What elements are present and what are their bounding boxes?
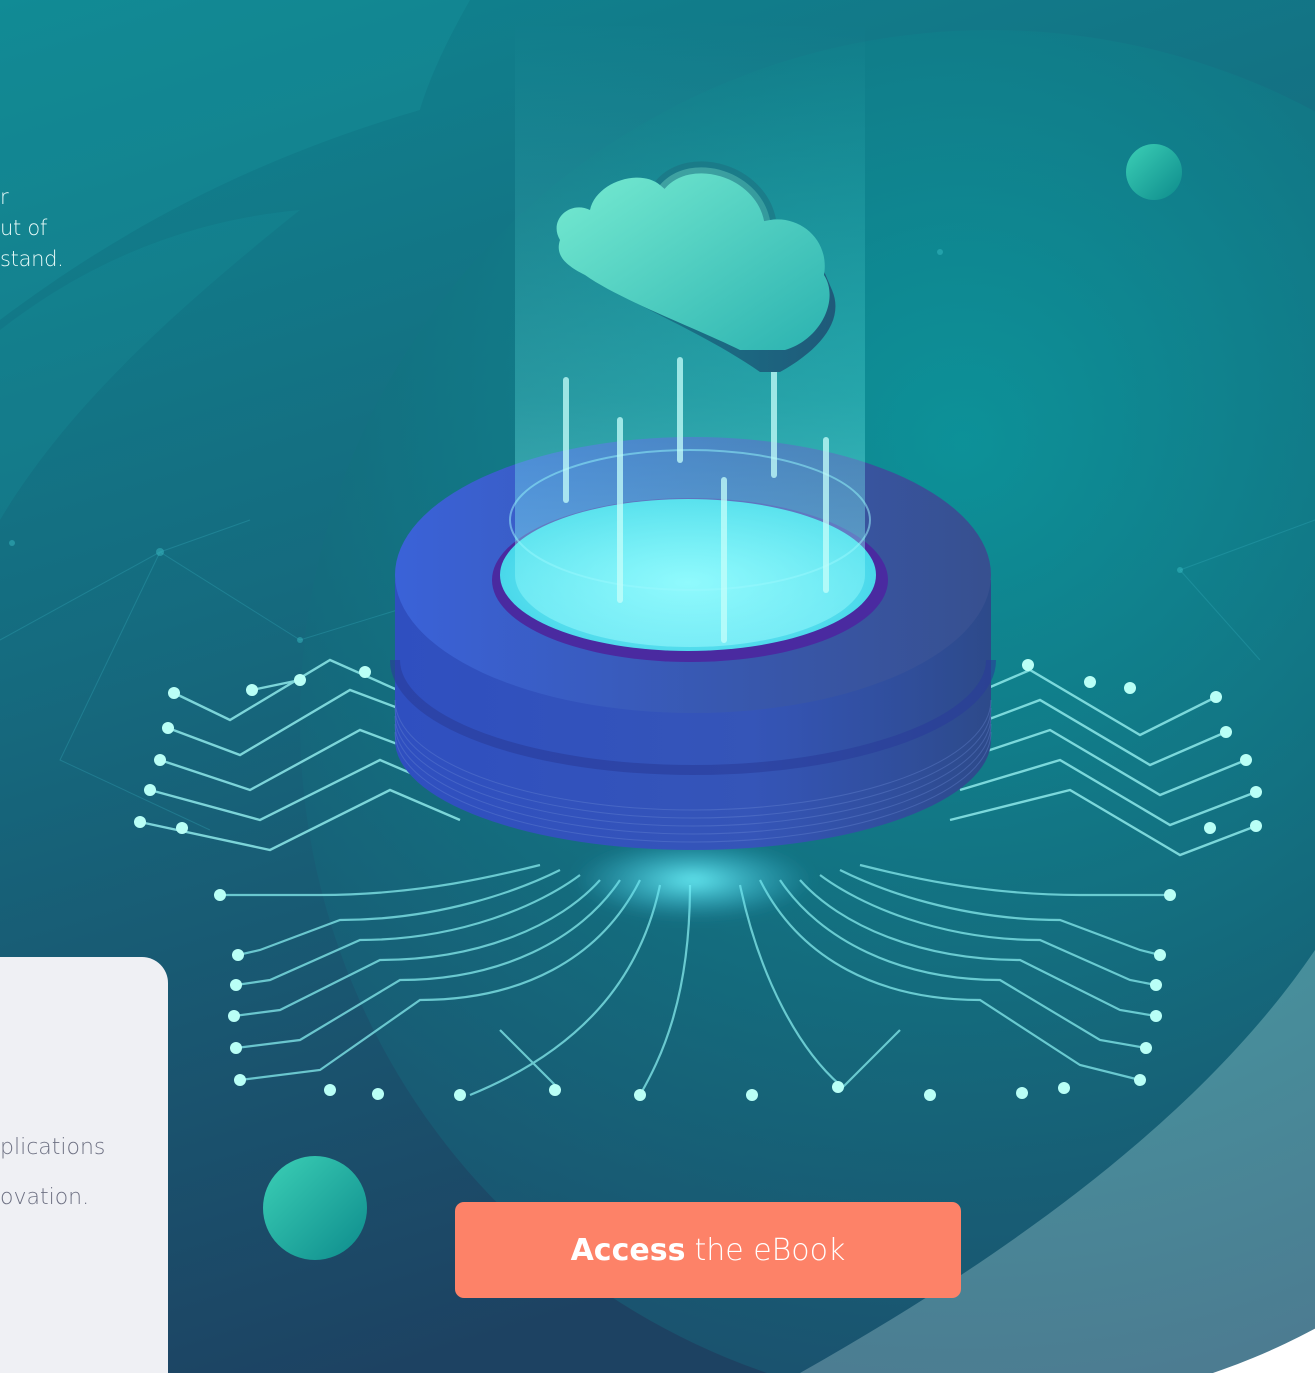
- intro-line: stand.: [0, 247, 64, 271]
- card-line: ovation.: [0, 1185, 90, 1210]
- cta-bold-label: Access: [570, 1232, 686, 1268]
- decorative-ball-small: [1126, 144, 1182, 200]
- intro-line: r: [0, 185, 9, 209]
- intro-line: ut of: [0, 216, 47, 240]
- cta-label: the eBook: [694, 1232, 846, 1268]
- hero-illustration: [0, 0, 1315, 1373]
- decorative-ball-large: [263, 1156, 367, 1260]
- intro-text: r ut of stand.: [0, 182, 90, 275]
- info-card: plications ovation.: [0, 957, 168, 1373]
- underside-glow: [573, 840, 813, 920]
- access-ebook-button[interactable]: Access the eBook: [455, 1202, 961, 1298]
- card-line: plications: [0, 1135, 106, 1160]
